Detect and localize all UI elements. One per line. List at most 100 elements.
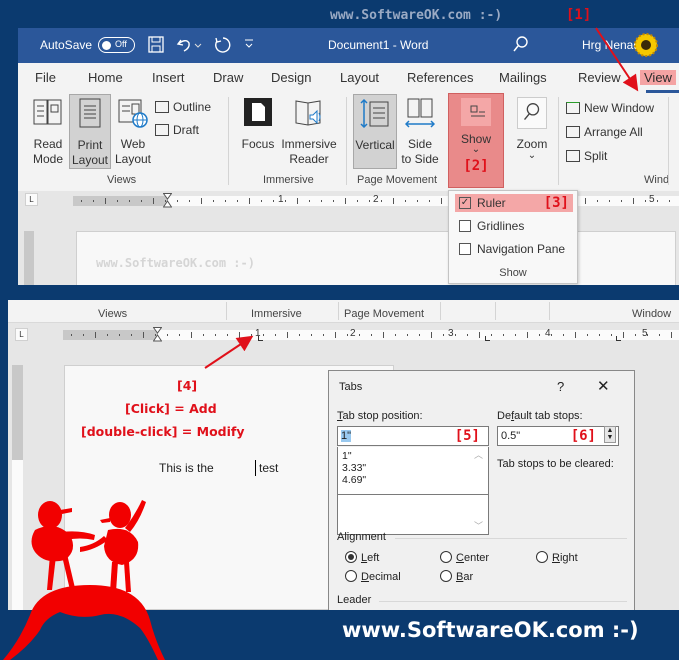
zoom-button[interactable]: Zoom ⌄ bbox=[512, 97, 552, 161]
ruler-tick bbox=[93, 200, 94, 202]
alignment-decimal-radio[interactable]: Decimal bbox=[345, 570, 401, 583]
split-button[interactable]: Split bbox=[566, 149, 607, 163]
tab-view[interactable]: View bbox=[640, 70, 676, 85]
draft-icon bbox=[155, 124, 169, 136]
tab-stop-position-label: Tab stop position: bbox=[337, 410, 423, 422]
tab-review[interactable]: Review bbox=[578, 70, 621, 85]
ruler-tick bbox=[311, 334, 312, 336]
tab-mailings[interactable]: Mailings bbox=[499, 70, 547, 85]
new-window-icon bbox=[566, 102, 580, 114]
ruler-tick bbox=[429, 200, 430, 202]
side-to-side-button[interactable]: Side to Side bbox=[401, 97, 439, 167]
ruler-tick bbox=[551, 334, 552, 336]
show-button[interactable]: Show ⌄ [2] bbox=[448, 93, 504, 188]
gridlines-checkbox-item[interactable]: Gridlines bbox=[455, 217, 573, 235]
tab-stop-marker[interactable] bbox=[485, 336, 490, 341]
ruler-tick bbox=[585, 198, 586, 204]
tabs-dialog: Tabs ? ✕ Tab stop position: 1" [5] 1" 3.… bbox=[328, 370, 635, 610]
watermark-mid: www.SoftwareOK.com :-) bbox=[96, 256, 255, 270]
marker-3: [3] bbox=[543, 195, 569, 211]
search-icon[interactable] bbox=[513, 36, 529, 56]
group-separator bbox=[226, 302, 227, 320]
tab-file[interactable]: File bbox=[35, 70, 56, 85]
autosave-toggle[interactable]: Off bbox=[98, 37, 135, 53]
ruler-tick bbox=[393, 198, 394, 204]
ruler-tick bbox=[621, 200, 622, 202]
alignment-right-radio[interactable]: Right bbox=[536, 551, 578, 564]
read-mode-label-1: Read bbox=[33, 137, 63, 151]
ruler-tick bbox=[647, 334, 648, 336]
draft-button[interactable]: Draft bbox=[155, 123, 199, 137]
ruler-tick bbox=[563, 334, 564, 336]
tab-stop-list-lower[interactable]: ﹀ bbox=[337, 495, 489, 535]
tab-selector-icon[interactable]: L bbox=[15, 328, 28, 341]
default-tab-stops-input[interactable]: 0.5" [6] bbox=[497, 426, 619, 446]
alignment-bar-radio[interactable]: Bar bbox=[440, 570, 473, 583]
read-mode-label-2: Mode bbox=[32, 152, 64, 166]
alignment-left-radio[interactable]: Left bbox=[345, 551, 379, 564]
undo-icon[interactable] bbox=[176, 36, 202, 56]
arrange-all-button[interactable]: Arrange All bbox=[566, 125, 643, 139]
redo-icon[interactable] bbox=[213, 36, 231, 57]
customize-qat-icon[interactable] bbox=[244, 37, 254, 52]
tab-layout[interactable]: Layout bbox=[340, 70, 379, 85]
tab-stop-position-input[interactable]: 1" [5] bbox=[337, 426, 489, 446]
ruler-tick bbox=[215, 334, 216, 336]
ruler-tick bbox=[359, 334, 360, 336]
immersive-reader-button[interactable]: Immersive Reader bbox=[280, 97, 338, 167]
ruler-tick bbox=[201, 198, 202, 204]
outline-button[interactable]: Outline bbox=[155, 100, 211, 114]
user-name[interactable]: Hrg Nenad bbox=[582, 38, 640, 52]
vertical-button[interactable]: Vertical bbox=[353, 94, 397, 169]
ruler-tick bbox=[81, 200, 82, 202]
tab-references[interactable]: References bbox=[407, 70, 473, 85]
document-area-upper: www.SoftwareOK.com :-) bbox=[18, 211, 679, 285]
tab-design[interactable]: Design bbox=[271, 70, 311, 85]
ruler-track[interactable]: 1 2 5 bbox=[73, 193, 679, 208]
annotation-click-add: [Click] = Add bbox=[125, 401, 217, 416]
tab-home[interactable]: Home bbox=[88, 70, 123, 85]
group-separator bbox=[346, 97, 347, 185]
show-dropdown: ✓ Ruler [3] Gridlines Navigation Pane Sh… bbox=[448, 190, 578, 284]
document-text-before: This is the bbox=[159, 461, 214, 475]
scroll-down-icon[interactable]: ﹀ bbox=[474, 519, 483, 532]
navigation-pane-checkbox-item[interactable]: Navigation Pane bbox=[455, 240, 573, 258]
web-layout-button[interactable]: Web Layout bbox=[114, 97, 152, 167]
read-mode-button[interactable]: Read Mode bbox=[30, 97, 66, 167]
tab-stop-list-item[interactable]: 1" bbox=[342, 450, 484, 462]
tab-stop-marker[interactable] bbox=[616, 336, 621, 341]
marker-5: [5] bbox=[454, 428, 480, 444]
save-icon[interactable] bbox=[148, 36, 164, 56]
alignment-center-radio[interactable]: Center bbox=[440, 551, 489, 564]
tab-insert[interactable]: Insert bbox=[152, 70, 185, 85]
ruler-tick bbox=[273, 200, 274, 202]
print-layout-button[interactable]: Print Layout bbox=[69, 94, 111, 169]
ruler-number: 1 bbox=[278, 194, 284, 205]
arrange-all-icon bbox=[566, 126, 580, 138]
ruler-tick bbox=[239, 332, 240, 338]
annotation-number: [4] bbox=[177, 378, 198, 393]
tab-stop-marker[interactable] bbox=[258, 336, 263, 341]
ruler-label: Ruler bbox=[477, 196, 506, 210]
immersive-reader-label-2: Reader bbox=[289, 152, 329, 166]
tab-stop-list[interactable]: 1" 3.33" 4.69" ︿ bbox=[337, 447, 489, 495]
ruler-track[interactable]: 1 2 3 4 5 bbox=[63, 327, 679, 342]
tab-stop-list-item[interactable]: 3.33" bbox=[342, 462, 484, 474]
ruler-tick bbox=[117, 200, 118, 202]
close-icon[interactable]: ✕ bbox=[597, 377, 610, 395]
ruler-checkbox-item[interactable]: ✓ Ruler [3] bbox=[455, 194, 573, 212]
group-separator bbox=[228, 97, 229, 185]
print-layout-label-2: Layout bbox=[71, 153, 109, 167]
avatar-sunflower[interactable] bbox=[634, 33, 658, 60]
tab-stop-list-item[interactable]: 4.69" bbox=[342, 474, 484, 486]
ruler-tick bbox=[261, 200, 262, 202]
help-button[interactable]: ? bbox=[557, 379, 564, 394]
scroll-up-icon[interactable]: ︿ bbox=[474, 449, 483, 461]
default-tab-stops-spinner[interactable]: ▲ ▼ bbox=[604, 426, 616, 443]
navigation-pane-label: Navigation Pane bbox=[477, 242, 566, 256]
focus-button[interactable]: Focus bbox=[240, 97, 276, 152]
new-window-button[interactable]: New Window bbox=[566, 101, 654, 115]
tab-selector-icon[interactable]: L bbox=[25, 193, 38, 206]
ruler-tick bbox=[225, 200, 226, 202]
tab-draw[interactable]: Draw bbox=[213, 70, 243, 85]
